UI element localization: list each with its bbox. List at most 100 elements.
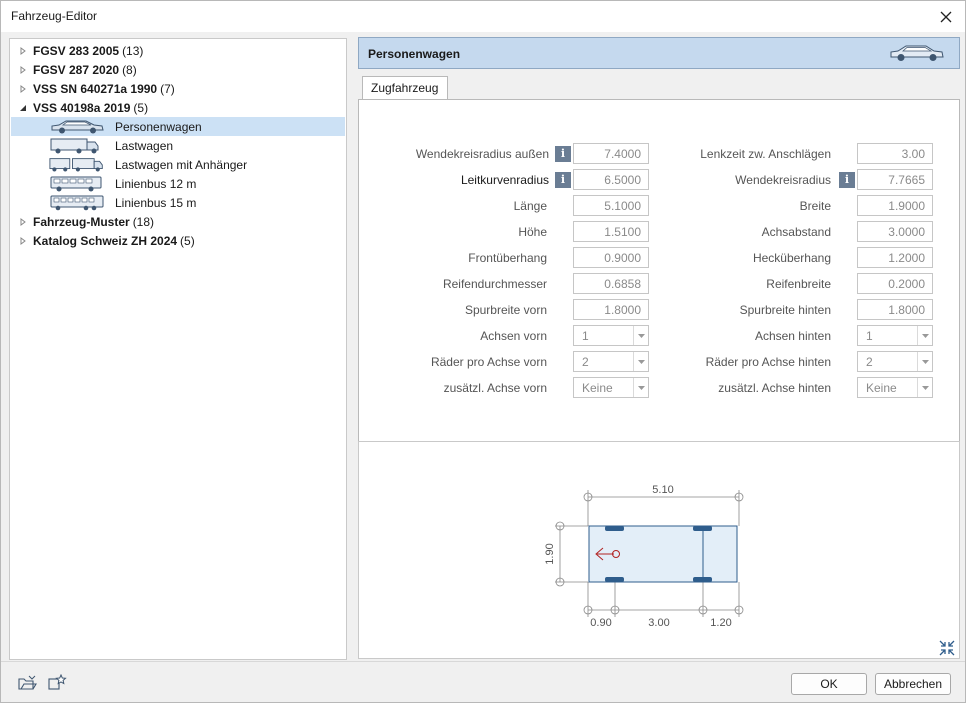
tree-item-label: Linienbus 15 m <box>115 195 197 210</box>
info-icon[interactable]: i <box>555 146 571 162</box>
tree-group-count: (8) <box>122 62 137 77</box>
collapse-icon[interactable] <box>18 103 28 113</box>
ok-button[interactable]: OK <box>791 673 867 695</box>
tree-group-fahrzeug-muster[interactable]: Fahrzeug-Muster (18) <box>11 212 345 231</box>
info-icon[interactable]: i <box>555 172 571 188</box>
close-icon[interactable] <box>931 3 961 30</box>
tree-item-personenwagen[interactable]: Personenwagen <box>11 117 345 136</box>
tree-group-count: (7) <box>160 81 175 96</box>
raeder-pro-achse-hinten-select[interactable]: 2 <box>857 351 933 372</box>
tree-group-vss-40198a[interactable]: VSS 40198a 2019 (5) <box>11 98 345 117</box>
field-heckueberhang: Hecküberhang <box>659 247 831 269</box>
tree-group-label: Fahrzeug-Muster <box>33 214 130 229</box>
expand-icon[interactable] <box>18 236 28 246</box>
width-label: 1.90 <box>544 543 556 564</box>
zoom-fit-icon[interactable] <box>939 640 955 656</box>
reifendurchmesser-input[interactable]: 0.6858 <box>573 273 649 294</box>
tree-group-fgsv-283[interactable]: FGSV 283 2005 (13) <box>11 41 345 60</box>
field-raeder-pro-achse-hinten: Räder pro Achse hinten <box>659 351 831 373</box>
tree-item-label: Lastwagen <box>115 138 174 153</box>
tree-item-linienbus-12[interactable]: Linienbus 12 m <box>11 174 345 193</box>
tree-group-label: FGSV 287 2020 <box>33 62 120 77</box>
field-label: Räder pro Achse vorn <box>430 355 547 369</box>
vehicle-tree: FGSV 283 2005 (13) FGSV 287 2020 (8) VSS… <box>9 38 347 660</box>
chevron-down-icon[interactable] <box>633 378 648 397</box>
tree-group-label: Katalog Schweiz ZH 2024 <box>33 233 178 248</box>
dialog-footer: OK Abbrechen <box>1 661 965 702</box>
chevron-down-icon[interactable] <box>917 326 932 345</box>
field-label: Spurbreite hinten <box>739 303 831 317</box>
chevron-down-icon[interactable] <box>633 326 648 345</box>
spurbreite-vorn-input[interactable]: 1.8000 <box>573 299 649 320</box>
select-value: Keine <box>582 381 613 395</box>
bus-icon <box>49 194 105 211</box>
raeder-pro-achse-vorn-select[interactable]: 2 <box>573 351 649 372</box>
zusaetzl-achse-hinten-select[interactable]: Keine <box>857 377 933 398</box>
chevron-down-icon[interactable] <box>633 352 648 371</box>
rear-overhang-label: 1.20 <box>710 617 731 629</box>
field-label: Länge <box>513 199 547 213</box>
cancel-button[interactable]: Abbrechen <box>875 673 951 695</box>
heckueberhang-input[interactable]: 1.2000 <box>857 247 933 268</box>
info-icon[interactable]: i <box>839 172 855 188</box>
tree-group-count: (18) <box>132 214 155 229</box>
field-frontueberhang: Frontüberhang <box>359 247 547 269</box>
tree-item-label: Personenwagen <box>115 119 202 134</box>
expand-icon[interactable] <box>18 65 28 75</box>
truck-icon <box>49 137 105 154</box>
achsen-hinten-select[interactable]: 1 <box>857 325 933 346</box>
achsabstand-input[interactable]: 3.0000 <box>857 221 933 242</box>
laenge-input[interactable]: 5.1000 <box>573 195 649 216</box>
field-label: Spurbreite vorn <box>464 303 547 317</box>
wendekreisradius-input[interactable]: 7.7665 <box>857 169 933 190</box>
favorite-icon[interactable] <box>47 673 67 694</box>
expand-icon[interactable] <box>18 84 28 94</box>
chevron-down-icon[interactable] <box>917 352 932 371</box>
tree-group-label: FGSV 283 2005 <box>33 43 120 58</box>
select-value: 2 <box>866 355 873 369</box>
chevron-down-icon[interactable] <box>917 378 932 397</box>
achsen-vorn-select[interactable]: 1 <box>573 325 649 346</box>
titlebar: Fahrzeug-Editor <box>1 1 965 32</box>
field-breite: Breite <box>659 195 831 217</box>
field-achsen-hinten: Achsen hinten <box>659 325 831 347</box>
tree-item-label: Lastwagen mit Anhänger <box>115 157 248 172</box>
tree-item-lastwagen[interactable]: Lastwagen <box>11 136 345 155</box>
expand-icon[interactable] <box>18 217 28 227</box>
field-lenkzeit: Lenkzeit zw. Anschlägen <box>659 143 831 165</box>
spurbreite-hinten-input[interactable]: 1.8000 <box>857 299 933 320</box>
field-label: zusätzl. Achse vorn <box>443 381 547 395</box>
wendekreisradius-aussen-input[interactable]: 7.4000 <box>573 143 649 164</box>
select-value: 2 <box>582 355 589 369</box>
hoehe-input[interactable]: 1.5100 <box>573 221 649 242</box>
field-raeder-pro-achse-vorn: Räder pro Achse vorn <box>359 351 547 373</box>
tree-item-lastwagen-anhaenger[interactable]: Lastwagen mit Anhänger <box>11 155 345 174</box>
vehicle-dimension-drawing: 5.10 1.90 0.90 3.00 1.20 <box>544 484 744 629</box>
field-label: Reifenbreite <box>766 277 831 291</box>
bus-icon <box>49 175 105 192</box>
tree-group-vss-640271a[interactable]: VSS SN 640271a 1990 (7) <box>11 79 345 98</box>
tree-group-fgsv-287[interactable]: FGSV 287 2020 (8) <box>11 60 345 79</box>
breite-input[interactable]: 1.9000 <box>857 195 933 216</box>
tab-zugfahrzeug[interactable]: Zugfahrzeug <box>362 76 448 100</box>
reifenbreite-input[interactable]: 0.2000 <box>857 273 933 294</box>
frontueberhang-input[interactable]: 0.9000 <box>573 247 649 268</box>
field-label: Höhe <box>518 225 547 239</box>
tree-item-linienbus-15[interactable]: Linienbus 15 m <box>11 193 345 212</box>
tree-group-katalog-zh[interactable]: Katalog Schweiz ZH 2024 (5) <box>11 231 345 250</box>
zusaetzl-achse-vorn-select[interactable]: Keine <box>573 377 649 398</box>
leitkurvenradius-input[interactable]: 6.5000 <box>573 169 649 190</box>
field-laenge: Länge <box>359 195 547 217</box>
lenkzeit-input[interactable]: 3.00 <box>857 143 933 164</box>
tree-group-label: VSS 40198a 2019 <box>33 100 131 115</box>
car-icon <box>49 118 105 135</box>
tree-group-label: VSS SN 640271a 1990 <box>33 81 158 96</box>
expand-icon[interactable] <box>18 46 28 56</box>
field-achsabstand: Achsabstand <box>659 221 831 243</box>
field-label: Frontüberhang <box>468 251 547 265</box>
field-label: Wendekreisradius außen <box>415 147 549 161</box>
open-folder-icon[interactable] <box>17 674 37 694</box>
tree-group-count: (5) <box>180 233 195 248</box>
field-spurbreite-hinten: Spurbreite hinten <box>659 299 831 321</box>
field-spurbreite-vorn: Spurbreite vorn <box>359 299 547 321</box>
